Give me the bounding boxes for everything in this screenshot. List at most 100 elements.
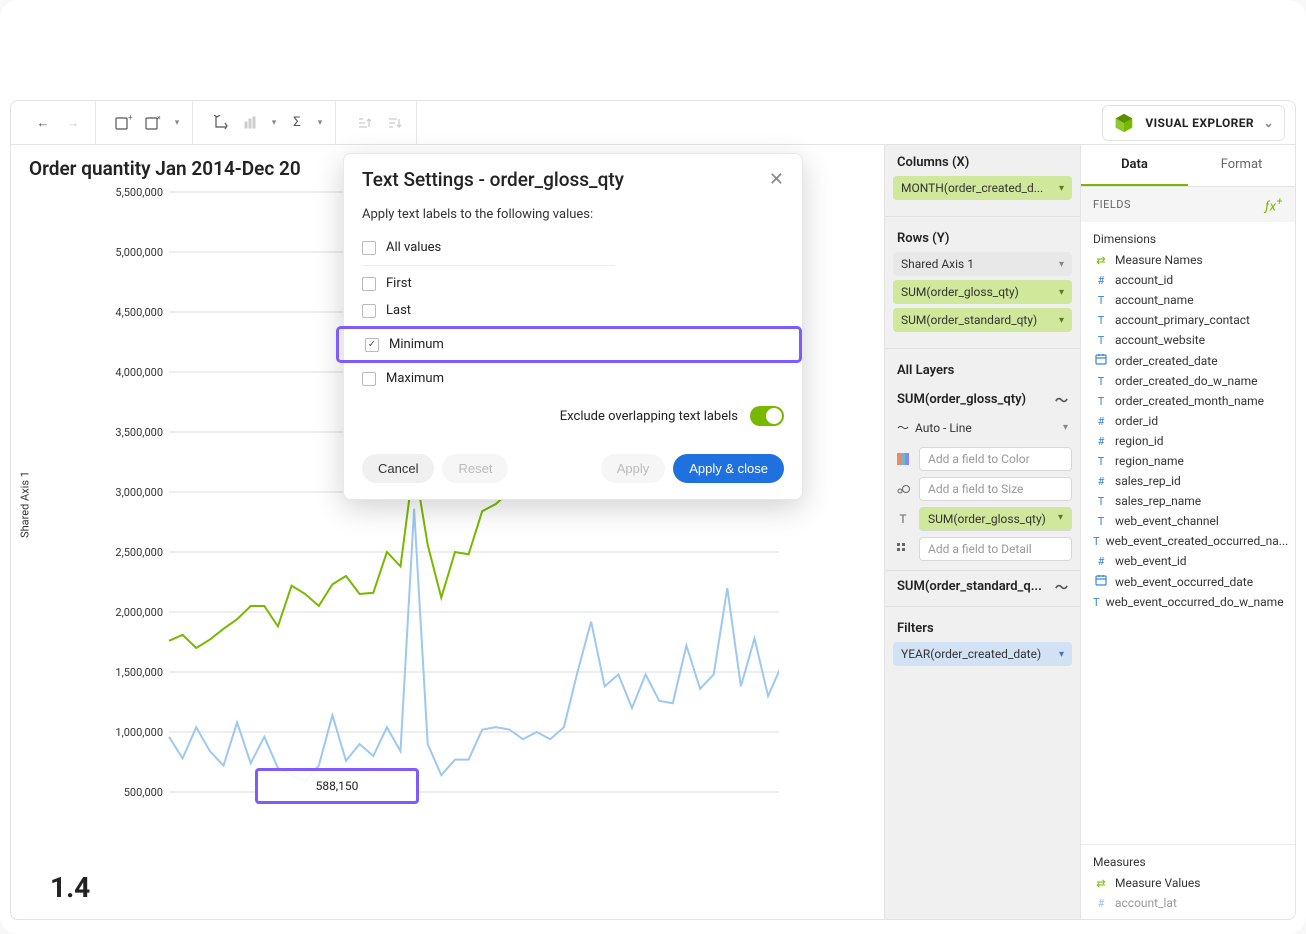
viz-dropdown-caret[interactable]: ▾ xyxy=(170,109,184,137)
svg-text:5,500,000: 5,500,000 xyxy=(115,188,163,199)
text-icon: T xyxy=(1093,334,1109,347)
svg-text:2,000,000: 2,000,000 xyxy=(115,606,163,619)
calendar-icon xyxy=(1093,353,1109,368)
field-account-lat[interactable]: # account_lat xyxy=(1087,893,1289,913)
text-icon: T xyxy=(1093,596,1100,609)
field-sales-rep-id[interactable]: #sales_rep_id xyxy=(1087,471,1289,491)
checkbox-last[interactable]: Last xyxy=(362,297,784,324)
field-web-event-created-occurred-na---[interactable]: Tweb_event_created_occurred_na... xyxy=(1087,531,1289,551)
cube-icon xyxy=(1113,112,1135,134)
swap-axes-button[interactable] xyxy=(207,109,235,137)
apply-button: Apply xyxy=(601,454,666,483)
filter-pill[interactable]: YEAR(order_created_date)▾ xyxy=(893,642,1072,666)
columns-pill[interactable]: MONTH(order_created_d...▾ xyxy=(893,176,1072,200)
row-pill-gloss[interactable]: SUM(order_gloss_qty)▾ xyxy=(893,280,1072,304)
line-chart-icon: 〜 xyxy=(1055,577,1068,596)
checkbox-minimum[interactable]: Minimum xyxy=(365,331,791,358)
field-order-created-month-name[interactable]: Torder_created_month_name xyxy=(1087,391,1289,411)
chevron-down-icon: ⌄ xyxy=(1264,116,1274,130)
text-field-input[interactable]: SUM(order_gloss_qty)▾ xyxy=(919,507,1072,531)
nav-forward-button: → xyxy=(59,109,87,137)
field-order-id[interactable]: #order_id xyxy=(1087,411,1289,431)
field-web-event-channel[interactable]: Tweb_event_channel xyxy=(1087,511,1289,531)
field-measure-names[interactable]: ⇄ Measure Names xyxy=(1087,250,1289,270)
field-account-name[interactable]: Taccount_name xyxy=(1087,290,1289,310)
field-order-created-date[interactable]: order_created_date xyxy=(1087,350,1289,371)
size-slot-icon xyxy=(893,479,913,499)
text-icon: T xyxy=(1093,395,1109,408)
nav-back-button[interactable]: ← xyxy=(29,109,57,137)
visual-explorer-mode-button[interactable]: VISUAL EXPLORER ⌄ xyxy=(1102,105,1285,141)
filters-header: Filters xyxy=(885,611,1080,642)
rows-header: Rows (Y) xyxy=(885,221,1080,252)
field-region-name[interactable]: Tregion_name xyxy=(1087,451,1289,471)
fields-label: FIELDS xyxy=(1093,198,1131,211)
text-icon: T xyxy=(1093,294,1109,307)
close-icon[interactable]: ✕ xyxy=(769,169,784,190)
field-web-event-occurred-date[interactable]: web_event_occurred_date xyxy=(1087,571,1289,592)
sort-desc-button xyxy=(380,109,408,137)
field-region-id[interactable]: #region_id xyxy=(1087,431,1289,451)
config-pane: Columns (X) MONTH(order_created_d...▾ Ro… xyxy=(885,145,1080,919)
checkbox-first[interactable]: First xyxy=(362,270,784,297)
divider xyxy=(885,606,1080,607)
modal-title: Text Settings - order_gloss_qty xyxy=(362,168,624,191)
hash-icon: # xyxy=(1093,274,1109,287)
minimum-value-label: 588,150 xyxy=(255,768,419,804)
add-viz-button[interactable]: + xyxy=(110,109,138,137)
row-pill-standard[interactable]: SUM(order_standard_qty)▾ xyxy=(893,308,1072,332)
fx-add-icon[interactable]: ƒx+ xyxy=(1265,195,1283,214)
field-measure-values[interactable]: ⇄ Measure Values xyxy=(1087,873,1289,893)
svg-text:×: × xyxy=(157,115,161,122)
size-field-input[interactable]: Add a field to Size xyxy=(919,477,1072,501)
svg-text:3,500,000: 3,500,000 xyxy=(115,426,163,439)
hash-icon: # xyxy=(1093,415,1109,428)
svg-text:3,000,000: 3,000,000 xyxy=(115,486,163,499)
cancel-button[interactable]: Cancel xyxy=(362,454,434,483)
sort-asc-button xyxy=(350,109,378,137)
delete-viz-button[interactable]: × xyxy=(140,109,168,137)
text-icon: T xyxy=(1093,455,1109,468)
resize-caret[interactable]: ▾ xyxy=(267,109,281,137)
data-pane: Data Format FIELDS ƒx+ Dimensions ⇄ Meas… xyxy=(1080,145,1295,919)
checkbox-maximum[interactable]: Maximum xyxy=(362,365,784,392)
detail-field-input[interactable]: Add a field to Detail xyxy=(919,537,1072,561)
all-layers-header: All Layers xyxy=(885,353,1080,384)
toolbar: ← → + × ▾ ▾ Σ ▾ VISUAL EXPLO xyxy=(11,101,1295,145)
reset-button: Reset xyxy=(442,454,508,483)
shared-axis-row[interactable]: Shared Axis 1▾ xyxy=(893,252,1072,276)
mark-type-selector[interactable]: 〜 Auto - Line ▾ xyxy=(885,415,1080,444)
sigma-button[interactable]: Σ xyxy=(283,109,311,137)
layer-standard[interactable]: SUM(order_standard_q... 〜 xyxy=(885,570,1080,602)
svg-text:4,500,000: 4,500,000 xyxy=(115,306,163,319)
field-sales-rep-name[interactable]: Tsales_rep_name xyxy=(1087,491,1289,511)
field-order-created-do-w-name[interactable]: Torder_created_do_w_name xyxy=(1087,371,1289,391)
special-field-icon: ⇄ xyxy=(1093,877,1109,890)
svg-text:2,500,000: 2,500,000 xyxy=(115,546,163,559)
svg-text:4,000,000: 4,000,000 xyxy=(115,366,163,379)
field-account-id[interactable]: #account_id xyxy=(1087,270,1289,290)
text-slot-icon: T xyxy=(893,509,913,529)
field-account-website[interactable]: Taccount_website xyxy=(1087,330,1289,350)
checkbox-all-values[interactable]: All values xyxy=(362,234,784,261)
color-slot-icon xyxy=(893,449,913,469)
tab-format[interactable]: Format xyxy=(1188,145,1295,186)
field-web-event-id[interactable]: #web_event_id xyxy=(1087,551,1289,571)
field-web-event-occurred-do-w-name[interactable]: Tweb_event_occurred_do_w_name xyxy=(1087,592,1289,612)
modal-subtitle: Apply text labels to the following value… xyxy=(362,207,784,222)
sigma-caret[interactable]: ▾ xyxy=(313,109,327,137)
svg-text:1,500,000: 1,500,000 xyxy=(115,666,163,679)
svg-text:1,000,000: 1,000,000 xyxy=(115,726,163,739)
layer-gloss[interactable]: SUM(order_gloss_qty) 〜 xyxy=(885,384,1080,415)
columns-header: Columns (X) xyxy=(885,145,1080,176)
field-account-primary-contact[interactable]: Taccount_primary_contact xyxy=(1087,310,1289,330)
exclude-toggle[interactable] xyxy=(750,406,784,426)
dimensions-list: ⇄ Measure Names #account_idTaccount_name… xyxy=(1081,250,1295,844)
detail-slot-icon xyxy=(893,539,913,559)
line-chart-icon: 〜 xyxy=(1055,390,1068,409)
tab-data[interactable]: Data xyxy=(1081,145,1188,186)
apply-close-button[interactable]: Apply & close xyxy=(673,454,784,483)
calendar-icon xyxy=(1093,574,1109,589)
y-axis-label: Shared Axis 1 xyxy=(19,471,32,538)
color-field-input[interactable]: Add a field to Color xyxy=(919,447,1072,471)
